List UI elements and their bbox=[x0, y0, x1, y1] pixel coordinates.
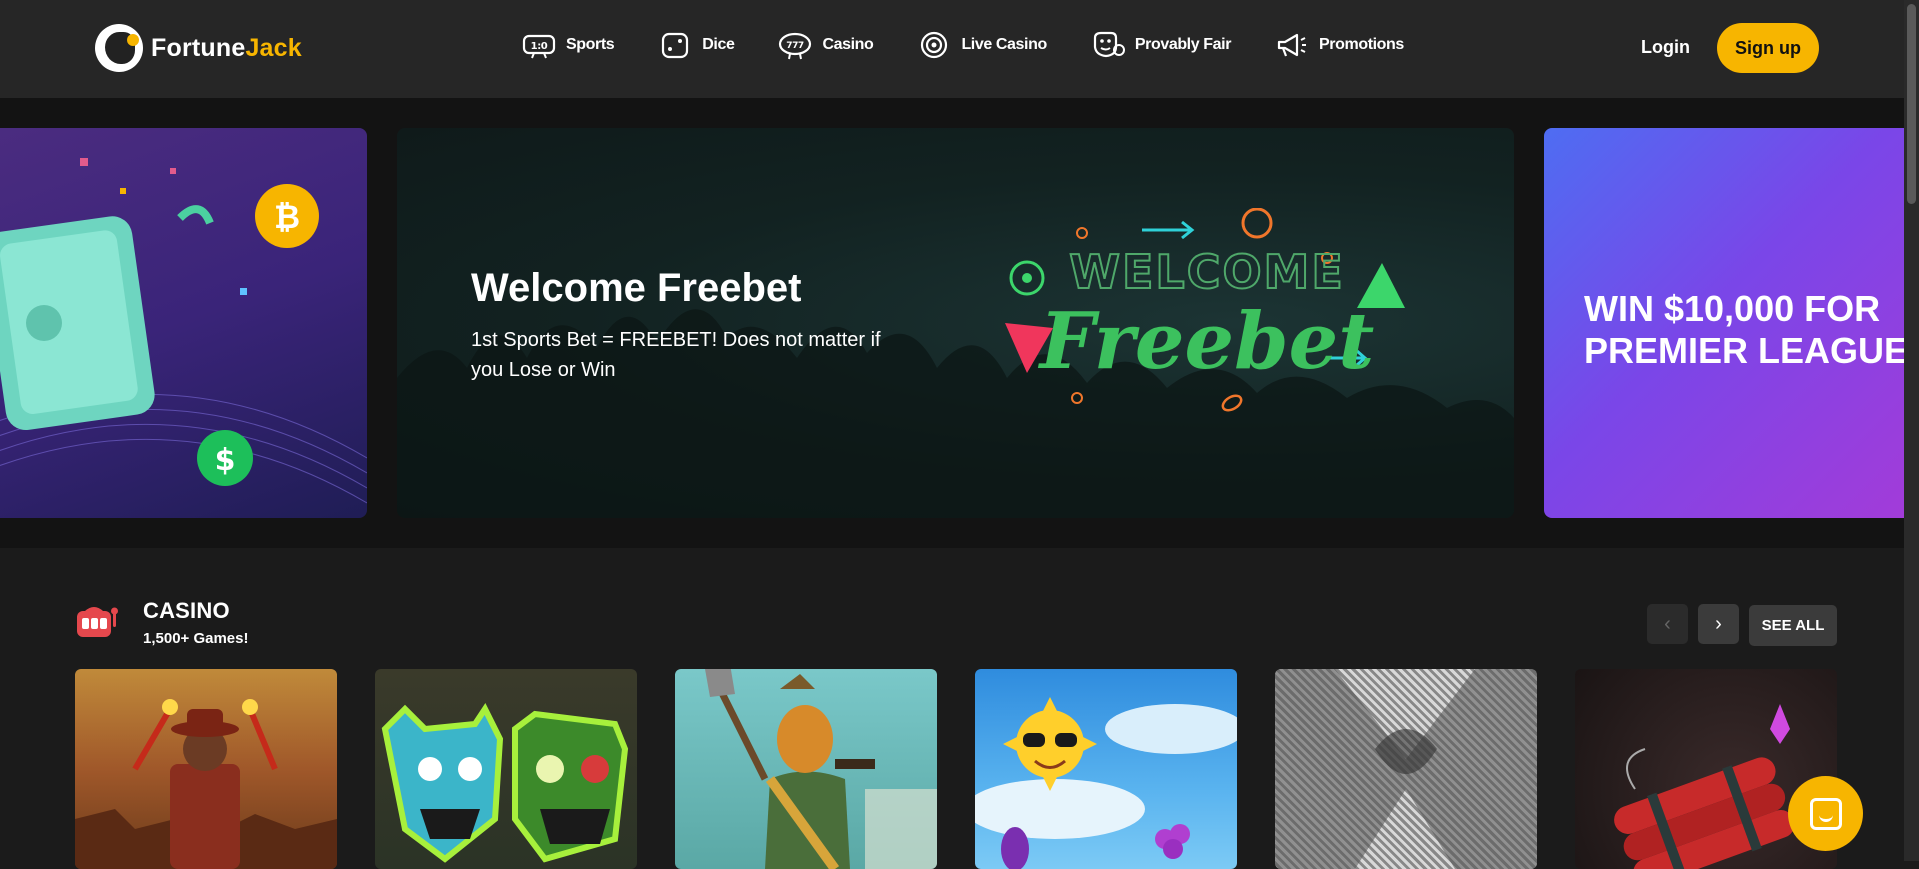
nav-live-casino-label: Live Casino bbox=[961, 36, 1047, 53]
promo-description: 1st Sports Bet = FREEBET! Does not matte… bbox=[471, 329, 881, 381]
promo-slide-previous[interactable]: ₿ $ bbox=[0, 128, 367, 518]
nav-casino[interactable]: 777 Casino bbox=[778, 30, 874, 60]
casino-title: CASINO bbox=[143, 598, 230, 623]
promo-slide-next[interactable]: WIN $10,000 FOR PREMIER LEAGUE bbox=[1544, 128, 1904, 518]
casino-title-block: CASINO 1,500+ Games! bbox=[143, 598, 249, 647]
provably-fair-icon bbox=[1091, 30, 1125, 60]
nav-casino-label: Casino bbox=[822, 36, 874, 53]
svg-text:$: $ bbox=[215, 443, 236, 478]
game-tile-1[interactable] bbox=[75, 669, 337, 869]
game-thumbnail-4 bbox=[975, 697, 1237, 869]
game-tile-3[interactable] bbox=[675, 669, 937, 869]
promo-carousel: ₿ $ Welcome Freebet 1st Sports Bet = FRE… bbox=[0, 98, 1904, 548]
scrollbar-thumb[interactable] bbox=[1907, 4, 1916, 204]
game-tile-5[interactable] bbox=[1275, 669, 1537, 869]
see-all-button[interactable]: SEE ALL bbox=[1749, 605, 1837, 646]
promo-next-title: WIN $10,000 FOR PREMIER LEAGUE bbox=[1584, 288, 1904, 371]
top-header: FortuneJack 1:0 Sports Dice 777 Casino L… bbox=[0, 0, 1904, 98]
cashback-illustration: ₿ $ bbox=[0, 158, 367, 504]
chat-icon bbox=[1809, 797, 1842, 830]
nav-dice[interactable]: Dice bbox=[658, 30, 735, 60]
game-tile-2[interactable] bbox=[375, 669, 637, 869]
game-thumbnail-2 bbox=[381, 703, 629, 863]
promo-slide-welcome-freebet[interactable]: Welcome Freebet 1st Sports Bet = FREEBET… bbox=[397, 128, 1514, 518]
promo-title: Welcome Freebet bbox=[471, 266, 802, 310]
fortunejack-logo[interactable]: FortuneJack bbox=[95, 24, 302, 72]
svg-text:₿: ₿ bbox=[274, 198, 300, 236]
svg-text:1:0: 1:0 bbox=[531, 41, 548, 52]
nav-provably-fair-label: Provably Fair bbox=[1134, 36, 1232, 53]
live-chat-button[interactable] bbox=[1788, 776, 1863, 851]
casino-next-button[interactable]: › bbox=[1698, 604, 1739, 644]
logo-icon bbox=[95, 24, 143, 72]
nav-sports-label: Sports bbox=[566, 36, 615, 53]
art-welcome-text: WELCOME bbox=[1069, 245, 1345, 299]
logo-text-fortune: Fortune bbox=[151, 33, 246, 62]
dice-icon bbox=[658, 30, 692, 60]
casino-section-header: CASINO 1,500+ Games! bbox=[75, 598, 249, 647]
slot-machine-icon bbox=[77, 607, 118, 637]
casino-games-row bbox=[75, 669, 1837, 869]
target-icon bbox=[917, 30, 951, 60]
megaphone-icon bbox=[1275, 30, 1309, 60]
welcome-freebet-artwork: WELCOME Freebet bbox=[1005, 208, 1405, 412]
nav-dice-label: Dice bbox=[702, 36, 735, 53]
game-thumbnail-3 bbox=[705, 669, 937, 869]
nav-sports[interactable]: 1:0 Sports bbox=[522, 30, 615, 60]
svg-text:777: 777 bbox=[787, 41, 805, 51]
nav-promotions-label: Promotions bbox=[1319, 36, 1404, 53]
casino-subtitle: 1,500+ Games! bbox=[143, 630, 249, 647]
main-nav: 1:0 Sports Dice 777 Casino Live Casino P… bbox=[522, 30, 1404, 60]
signup-button[interactable]: Sign up bbox=[1717, 23, 1819, 73]
game-thumbnail-1 bbox=[75, 699, 337, 869]
game-tile-4[interactable] bbox=[975, 669, 1237, 869]
nav-promotions[interactable]: Promotions bbox=[1275, 30, 1404, 60]
nav-provably-fair[interactable]: Provably Fair bbox=[1091, 30, 1231, 60]
logo-text-jack: Jack bbox=[245, 33, 302, 62]
login-button[interactable]: Login bbox=[1641, 37, 1690, 58]
scoreboard-icon: 1:0 bbox=[522, 30, 556, 60]
nav-live-casino[interactable]: Live Casino bbox=[917, 30, 1047, 60]
slot-machine-icon: 777 bbox=[778, 30, 812, 60]
game-thumbnail-5 bbox=[1275, 669, 1537, 869]
logo-text: FortuneJack bbox=[151, 34, 302, 63]
casino-prev-button[interactable]: ‹ bbox=[1647, 604, 1688, 644]
art-freebet-text: Freebet bbox=[1038, 296, 1375, 387]
